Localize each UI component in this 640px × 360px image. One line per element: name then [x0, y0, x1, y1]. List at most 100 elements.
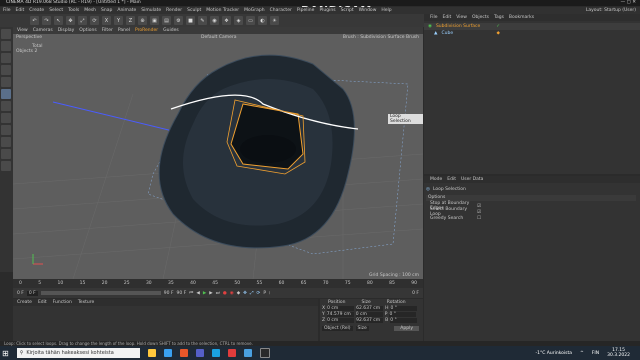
tray-chevron-icon[interactable]: ^	[580, 351, 584, 356]
goto-end-icon[interactable]: ⏭	[216, 290, 220, 296]
size-field[interactable]: 0 cm	[355, 311, 383, 317]
edge-browser-icon[interactable]	[163, 349, 172, 357]
om-menu-file[interactable]: File	[430, 15, 438, 20]
menu-help[interactable]: Help	[381, 8, 391, 13]
3d-viewport[interactable]: Perspective Default Camera Brush : Subdi…	[13, 34, 423, 279]
app-icon[interactable]	[259, 348, 270, 358]
autokey-icon[interactable]: ◉	[230, 291, 234, 296]
viewport-menu-options[interactable]: Options	[79, 28, 96, 33]
menu-character[interactable]: Character	[270, 8, 292, 13]
menu-plugins[interactable]: Plugins	[319, 8, 335, 13]
option-checkbox[interactable]: ☐	[477, 216, 481, 221]
keyframe-icon[interactable]: ◆	[237, 291, 240, 296]
frame-start-field[interactable]: 0 F	[17, 291, 24, 296]
viewport-menu-prorender[interactable]: ProRender	[135, 28, 158, 33]
menu-mesh[interactable]: Mesh	[84, 8, 96, 13]
phong-tag-icon[interactable]: ◆	[497, 31, 640, 36]
menu-select[interactable]: Select	[49, 8, 63, 13]
visibility-check-icon[interactable]: ✓	[496, 24, 640, 29]
menu-create[interactable]: Create	[29, 8, 44, 13]
polygons-mode-icon[interactable]	[1, 101, 11, 111]
tweak-mode-icon[interactable]	[1, 125, 11, 135]
workplane-icon[interactable]	[1, 65, 11, 75]
light-icon[interactable]: ☀	[270, 16, 279, 25]
next-key-icon[interactable]: ▶	[209, 291, 212, 296]
preview-range-slider[interactable]	[40, 291, 161, 295]
clock[interactable]: 17.15 30.3.2022	[607, 348, 640, 358]
mat-menu-texture[interactable]: Texture	[78, 300, 94, 305]
scale-key-icon[interactable]: ⤢	[250, 290, 254, 296]
coordinate-system-icon[interactable]: ⊕	[138, 16, 147, 25]
size-field[interactable]: 92.637 cm	[356, 317, 384, 323]
prev-key-icon[interactable]: ◀	[196, 291, 199, 296]
mat-menu-edit[interactable]: Edit	[38, 300, 47, 305]
param-key-icon[interactable]: P	[263, 291, 266, 296]
timeline-ruler[interactable]: 0 5 10 15 20 25 30 35 40 45 50 55 60 65 …	[13, 279, 423, 288]
taskbar-search[interactable]: ⚲ Kirjoita tähän hakeaksesi kohteista	[16, 348, 140, 358]
snap-icon[interactable]	[1, 137, 11, 147]
bandicam-icon[interactable]	[227, 349, 236, 357]
point-key-icon[interactable]: ⁝	[269, 291, 270, 296]
menu-tools[interactable]: Tools	[68, 8, 79, 13]
viewport-menu-guides[interactable]: Guides	[163, 28, 179, 33]
menu-snap[interactable]: Snap	[101, 8, 112, 13]
undo-icon[interactable]: ↶	[30, 16, 39, 25]
texture-mode-icon[interactable]	[1, 53, 11, 63]
menu-file[interactable]: File	[3, 8, 11, 13]
cinema4d-icon[interactable]	[243, 349, 252, 357]
points-mode-icon[interactable]	[1, 77, 11, 87]
apply-button[interactable]: Apply	[394, 325, 419, 331]
attr-menu-user-data[interactable]: User Data	[461, 177, 483, 182]
axis-x-button[interactable]: X	[102, 16, 111, 25]
frame-end-field[interactable]: 90 F	[164, 291, 174, 296]
option-checkbox[interactable]: ☑	[477, 204, 481, 209]
menu-pipeline[interactable]: Pipeline	[297, 8, 315, 13]
rotate-icon[interactable]: ⟳	[90, 16, 99, 25]
render-settings-icon[interactable]: ⚙	[174, 16, 183, 25]
brave-browser-icon[interactable]	[179, 349, 188, 357]
file-explorer-icon[interactable]	[147, 349, 156, 357]
menu-window[interactable]: Window	[359, 8, 377, 13]
window-controls[interactable]: — ▢ ✕	[621, 0, 636, 6]
subdivision-icon[interactable]: ◉	[210, 16, 219, 25]
rotation-field[interactable]: 0 °	[390, 305, 418, 311]
edges-mode-icon[interactable]	[1, 89, 11, 99]
steam-icon[interactable]	[211, 349, 220, 357]
attr-menu-edit[interactable]: Edit	[447, 177, 456, 182]
size-field[interactable]: 62.637 cm	[356, 305, 384, 311]
layout-select[interactable]: Startup (User)	[604, 8, 636, 13]
attr-menu-mode[interactable]: Mode	[430, 177, 442, 182]
make-editable-icon[interactable]	[1, 29, 11, 39]
rotation-field[interactable]: 0 °	[389, 311, 417, 317]
redo-icon[interactable]: ↷	[42, 16, 51, 25]
mat-menu-function[interactable]: Function	[53, 300, 72, 305]
object-row-cube[interactable]: ▲ Cube ◆	[424, 30, 640, 37]
viewport-scene[interactable]	[13, 34, 423, 279]
move-icon[interactable]: ✥	[66, 16, 75, 25]
render-picture-viewer-icon[interactable]: ▤	[162, 16, 171, 25]
model-mode-icon[interactable]	[1, 41, 11, 51]
menu-script[interactable]: Script	[341, 8, 354, 13]
viewport-menu-display[interactable]: Display	[58, 28, 75, 33]
menu-sculpt[interactable]: Sculpt	[187, 8, 201, 13]
position-field[interactable]: 0 cm	[327, 317, 355, 323]
weather-widget[interactable]: -1°C Aurinkoista	[536, 351, 573, 356]
live-selection-icon[interactable]: ↖	[54, 16, 63, 25]
menu-animate[interactable]: Animate	[117, 8, 136, 13]
viewport-menu-panel[interactable]: Panel	[118, 28, 130, 33]
deformer-icon[interactable]: ◈	[234, 16, 243, 25]
solo-icon[interactable]	[1, 161, 11, 171]
rotate-key-icon[interactable]: ⟳	[257, 291, 261, 296]
move-key-icon[interactable]: ✥	[243, 291, 247, 296]
goto-start-icon[interactable]: ⏮	[189, 290, 193, 296]
frame-end-field-2[interactable]: 90 F	[177, 291, 187, 296]
om-menu-bookmarks[interactable]: Bookmarks	[509, 15, 534, 20]
record-icon[interactable]: ●	[223, 291, 227, 296]
render-view-icon[interactable]: ▣	[150, 16, 159, 25]
floor-icon[interactable]: ▭	[246, 16, 255, 25]
windows-start-icon[interactable]: ⊞	[2, 349, 9, 358]
position-field[interactable]: 0 cm	[327, 305, 355, 311]
language-indicator[interactable]: FIN	[592, 351, 599, 356]
om-menu-view[interactable]: View	[456, 15, 467, 20]
menu-motion-tracker[interactable]: Motion Tracker	[206, 8, 239, 13]
